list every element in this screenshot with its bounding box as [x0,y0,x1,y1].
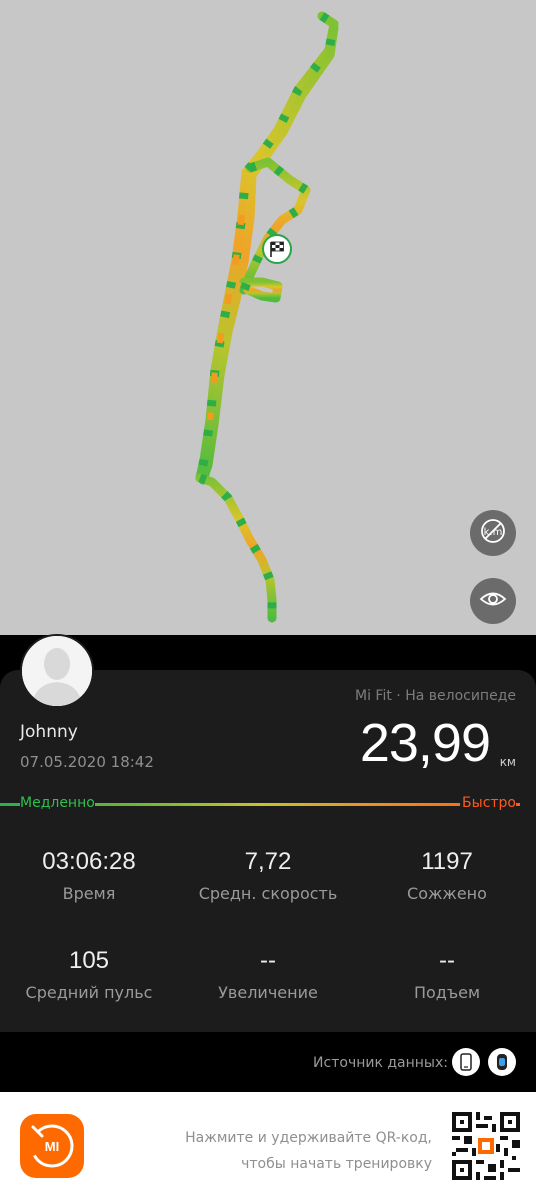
km-off-icon: k.m [478,516,508,550]
avatar[interactable] [20,634,94,708]
stat-duration: 03:06:28 Время [0,848,178,903]
qr-footer: MI Нажмите и удерживайте QR-код, чтобы н… [0,1092,536,1200]
qr-instructions: Нажмите и удерживайте QR-код, чтобы нача… [185,1125,432,1177]
visibility-button[interactable] [470,578,516,624]
eye-icon [478,584,508,618]
stat-label: Средний пульс [25,983,153,1002]
qr-instructions-line1: Нажмите и удерживайте QR-код, [185,1130,432,1146]
speed-slow-label: Медленно [20,795,95,811]
qr-instructions-line2: чтобы начать тренировку [241,1156,432,1172]
stat-label: Подъем [413,983,481,1002]
toggle-km-markers-button[interactable]: k.m [470,510,516,556]
stat-label: Увеличение [218,983,318,1002]
qr-code[interactable] [452,1112,520,1180]
stat-avg-speed: 7,72 Средн. скорость [179,848,357,903]
workout-datetime: 07.05.2020 18:42 [20,753,154,771]
stat-calories: 1197 Сожжено [358,848,536,903]
distance-value: 23,99 [359,713,491,773]
band-icon[interactable] [488,1048,516,1076]
stat-value: 03:06:28 [42,848,136,875]
distance-unit: км [499,755,516,769]
stat-ascent: -- Подъем [358,947,536,1002]
stat-elevation-gain: -- Увеличение [179,947,357,1002]
workout-source-type: Mi Fit · На велосипеде [355,688,516,704]
stat-value: -- [260,947,276,974]
stat-value: 7,72 [244,848,292,875]
logo-text: MI [45,1139,59,1154]
speed-fast-label: Быстро [460,795,516,811]
stat-avg-heart-rate: 105 Средний пульс [0,947,178,1002]
stat-label: Средн. скорость [198,884,338,903]
stat-value: 105 [68,947,110,974]
stat-label: Время [62,884,116,903]
stat-value: 1197 [421,848,473,875]
checkered-flag-icon[interactable] [262,234,292,264]
phone-icon[interactable] [452,1048,480,1076]
stat-label: Сожжено [407,884,487,903]
user-name: Johnny [20,722,78,742]
mi-fit-logo: MI [20,1114,84,1178]
data-source-label: Источник данных: [313,1055,448,1071]
route-map[interactable]: k.m [0,0,536,635]
route-track [195,11,339,623]
stat-value: -- [439,947,455,974]
